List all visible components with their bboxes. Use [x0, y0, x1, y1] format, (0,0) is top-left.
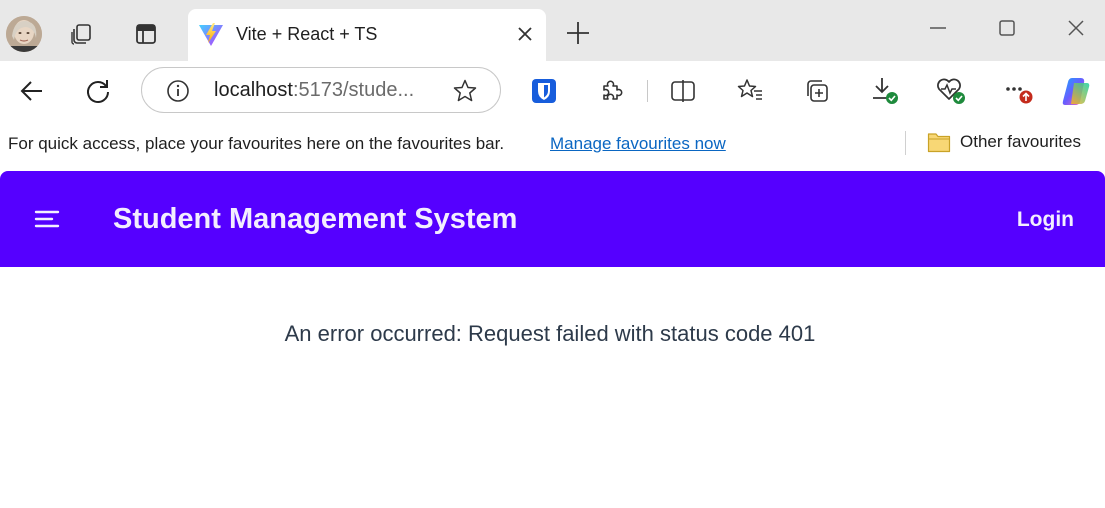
- tab-title: Vite + React + TS: [236, 24, 378, 44]
- close-window-icon[interactable]: [1066, 18, 1086, 38]
- address-bar[interactable]: localhost:5173/stude...: [141, 67, 501, 113]
- url-text[interactable]: localhost:5173/stude...: [214, 79, 414, 102]
- app-title: Student Management System: [113, 203, 518, 235]
- browser-essentials-icon[interactable]: [934, 74, 968, 108]
- favourites-bar-message: For quick access, place your favourites …: [8, 134, 505, 153]
- site-info-icon[interactable]: [166, 79, 190, 103]
- new-tab-plus-icon[interactable]: [565, 20, 591, 46]
- more-icon[interactable]: [1001, 74, 1035, 108]
- favourites-bar: For quick access, place your favourites …: [0, 121, 1105, 169]
- refresh-icon[interactable]: [82, 75, 114, 107]
- tab-strip: Vite + React + TS: [0, 0, 1105, 61]
- url-host: localhost: [214, 79, 293, 101]
- error-message: An error occurred: Request failed with s…: [284, 321, 816, 346]
- other-favourites-button[interactable]: Other favourites: [927, 131, 1081, 153]
- browser-toolbar: localhost:5173/stude...: [0, 61, 1105, 121]
- hamburger-menu-icon[interactable]: [34, 208, 62, 230]
- copilot-icon[interactable]: [1059, 74, 1093, 108]
- favourites-separator: [905, 131, 906, 155]
- add-favourite-star-icon[interactable]: [452, 78, 478, 104]
- other-favourites-label: Other favourites: [960, 132, 1081, 151]
- vertical-tabs-icon[interactable]: [132, 20, 160, 48]
- app-header: Student Management System Login: [0, 171, 1105, 267]
- extensions-icon[interactable]: [594, 74, 628, 108]
- bitwarden-icon[interactable]: [527, 74, 561, 108]
- folder-icon: [927, 133, 951, 153]
- favourites-icon[interactable]: [733, 74, 767, 108]
- minimize-icon[interactable]: [928, 18, 948, 38]
- split-screen-icon[interactable]: [666, 74, 700, 108]
- url-path: :5173/stude...: [292, 79, 415, 101]
- profile-avatar[interactable]: [6, 16, 42, 52]
- close-tab-icon[interactable]: [516, 25, 534, 43]
- vite-logo-icon: [198, 22, 224, 48]
- workspaces-icon[interactable]: [68, 20, 96, 48]
- back-arrow-icon[interactable]: [16, 75, 48, 107]
- collections-icon[interactable]: [800, 74, 834, 108]
- maximize-icon[interactable]: [997, 18, 1017, 38]
- toolbar-separator: [647, 80, 648, 102]
- avatar-image: [6, 16, 42, 52]
- active-tab[interactable]: Vite + React + TS: [188, 9, 546, 61]
- login-button[interactable]: Login: [1017, 208, 1074, 232]
- downloads-icon[interactable]: [867, 74, 901, 108]
- manage-favourites-link[interactable]: Manage favourites now: [550, 134, 726, 154]
